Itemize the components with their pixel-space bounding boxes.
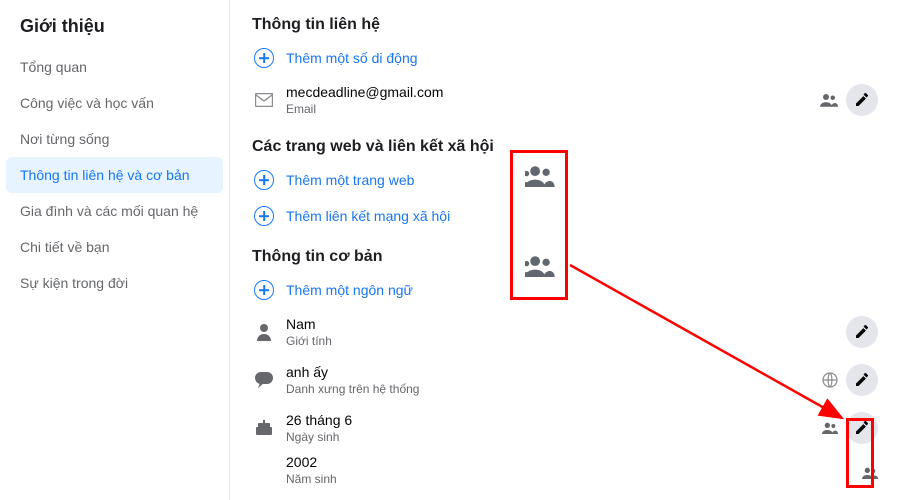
birth-year-label: Năm sinh xyxy=(286,472,337,486)
edit-email-button[interactable] xyxy=(846,84,878,116)
add-social-row[interactable]: Thêm liên kết mạng xã hội xyxy=(252,198,878,234)
globe-icon[interactable] xyxy=(822,372,838,388)
friends-icon[interactable] xyxy=(820,93,838,107)
add-language-row[interactable]: Thêm một ngôn ngữ xyxy=(252,272,878,308)
pronoun-label: Danh xưng trên hệ thống xyxy=(286,382,419,396)
about-main: Thông tin liên hệ Thêm một số di động me… xyxy=(230,0,900,500)
birthday-row: 26 tháng 6 Ngày sinh xyxy=(252,404,878,452)
pronoun-value: anh ấy xyxy=(286,364,419,380)
cake-icon xyxy=(252,420,276,436)
sidebar-item-label: Chi tiết về bạn xyxy=(20,239,110,255)
contact-section-title: Thông tin liên hệ xyxy=(252,16,878,34)
sidebar-item-work[interactable]: Công việc và học vấn xyxy=(6,85,223,121)
person-icon xyxy=(252,323,276,341)
birthyear-row: 2002 Năm sinh xyxy=(252,452,878,494)
add-mobile-row[interactable]: Thêm một số di động xyxy=(252,40,878,76)
add-language-link: Thêm một ngôn ngữ xyxy=(286,282,413,298)
plus-icon xyxy=(252,170,276,190)
sidebar-item-label: Nơi từng sống xyxy=(20,131,109,147)
email-label: Email xyxy=(286,102,443,116)
sidebar-item-label: Thông tin liên hệ và cơ bản xyxy=(20,167,190,183)
sidebar-item-label: Sự kiện trong đời xyxy=(20,275,128,291)
edit-birthday-button[interactable] xyxy=(846,412,878,444)
sidebar-item-label: Công việc và học vấn xyxy=(20,95,154,111)
speech-icon xyxy=(252,372,276,388)
friends-icon[interactable] xyxy=(822,422,838,434)
birth-day-value: 26 tháng 6 xyxy=(286,412,352,428)
email-row: mecdeadline@gmail.com Email xyxy=(252,76,878,124)
gender-label: Giới tính xyxy=(286,334,332,348)
plus-icon xyxy=(252,206,276,226)
birth-day-label: Ngày sinh xyxy=(286,430,352,444)
plus-icon xyxy=(252,48,276,68)
edit-pronoun-button[interactable] xyxy=(846,364,878,396)
sidebar-item-details[interactable]: Chi tiết về bạn xyxy=(6,229,223,265)
add-social-link: Thêm liên kết mạng xã hội xyxy=(286,208,450,224)
sidebar-item-life-events[interactable]: Sự kiện trong đời xyxy=(6,265,223,301)
email-value: mecdeadline@gmail.com xyxy=(286,84,443,100)
sidebar-item-label: Gia đình và các mối quan hệ xyxy=(20,203,198,219)
edit-gender-button[interactable] xyxy=(846,316,878,348)
add-website-row[interactable]: Thêm một trang web xyxy=(252,162,878,198)
birth-year-value: 2002 xyxy=(286,454,337,470)
gender-row: Nam Giới tính xyxy=(252,308,878,356)
plus-icon xyxy=(252,280,276,300)
sidebar-item-family[interactable]: Gia đình và các mối quan hệ xyxy=(6,193,223,229)
pronoun-row: anh ấy Danh xưng trên hệ thống xyxy=(252,356,878,404)
sidebar-title: Giới thiệu xyxy=(6,8,223,49)
friends-icon[interactable] xyxy=(862,467,878,479)
add-website-link: Thêm một trang web xyxy=(286,172,414,188)
basic-section-title: Thông tin cơ bản xyxy=(252,248,878,266)
sidebar-item-contact-basic[interactable]: Thông tin liên hệ và cơ bản xyxy=(6,157,223,193)
envelope-icon xyxy=(252,93,276,107)
sidebar-item-label: Tổng quan xyxy=(20,59,87,75)
gender-value: Nam xyxy=(286,316,332,332)
about-sidebar: Giới thiệu Tổng quan Công việc và học vấ… xyxy=(0,0,230,500)
add-mobile-link: Thêm một số di động xyxy=(286,50,418,66)
sidebar-item-places[interactable]: Nơi từng sống xyxy=(6,121,223,157)
web-section-title: Các trang web và liên kết xã hội xyxy=(252,138,878,156)
sidebar-item-overview[interactable]: Tổng quan xyxy=(6,49,223,85)
